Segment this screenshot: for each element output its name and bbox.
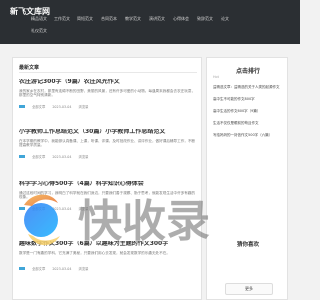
nav-item[interactable]: 致辞范文: [197, 16, 213, 22]
more-button[interactable]: 更多: [225, 283, 273, 295]
article-views: 浏览量: [78, 154, 89, 159]
article-date: 2023-03-04: [52, 154, 72, 159]
sidebar-item[interactable]: 高中生活的作文600字（9篇）: [213, 109, 285, 113]
nav-item[interactable]: 论文: [221, 16, 229, 22]
sidebar-subtitle: Hot: [213, 75, 219, 79]
article-meta: 全部文章 2023-03-04 浏览量: [19, 104, 197, 109]
article-meta: 全部文章 2023-03-04 浏览量: [19, 206, 197, 211]
nav-item[interactable]: 演讲范文: [149, 16, 165, 22]
article-date: 2023-03-04: [52, 104, 72, 109]
nav-item[interactable]: 工作范文: [54, 16, 70, 22]
sidebar-item[interactable]: 写给妈妈的一封信作文500字（六篇）: [213, 133, 285, 137]
article-title[interactable]: 小学教师工作总结范文（30篇）小学教师工作总结范文: [19, 129, 197, 136]
sidebar-item[interactable]: 高中生不可能的作文800字: [213, 97, 285, 101]
divider: [19, 72, 197, 73]
article-category[interactable]: 全部文章: [32, 155, 45, 159]
article-summary: 我的家乡在农村，那里有连绵不断的田野，美丽的风景，还有许多可爱的小动物。每逢周末…: [19, 88, 196, 98]
article-views: 浏览量: [78, 206, 89, 211]
hot-articles-sidebar: 点击排行 Hot 益精选文章：益精选的关于人类的起源作文 高中生不可能的作文80…: [206, 57, 288, 300]
article-views: 浏览量: [78, 266, 89, 271]
top-navigation-bar: 新飞文库网 精品语文 工作范文 简短范文 合同范本 教学范文 演讲范文 心得体会…: [0, 0, 300, 44]
article-date: 2023-03-04: [52, 206, 72, 211]
nav-item[interactable]: 简短范文: [77, 16, 93, 22]
article-title[interactable]: 农庄游记300字（9篇）农庄风光作文: [19, 79, 197, 86]
nav-item[interactable]: 心得体会: [173, 16, 189, 22]
article-item[interactable]: 农庄游记300字（9篇）农庄风光作文 我的家乡在农村，那里有连绵不断的田野，美丽…: [19, 79, 197, 109]
category-tag-icon: [19, 207, 25, 211]
article-item[interactable]: 趣味数学作文300字（6篇）以趣味为主题的作文300字 数学是一门有趣的学科，它…: [19, 241, 197, 271]
article-summary: 在本学期的教学中，我能够认真备课、上课，听课、评课，及时批改作业、讲评作业，做好…: [19, 138, 196, 148]
article-title[interactable]: 趣味数学作文300字（6篇）以趣味为主题的作文300字: [19, 241, 197, 248]
article-summary: 通过这段时间的学习，我明白了科学就在我们身边，只要我们善于观察、勤于思考，就能发…: [19, 190, 196, 200]
article-category[interactable]: 全部文章: [32, 207, 45, 211]
sidebar-item[interactable]: 益精选文章：益精选的关于人类的起源作文: [213, 85, 285, 89]
latest-articles-panel: 最新文章 农庄游记300字（9篇）农庄风光作文 我的家乡在农村，那里有连绵不断的…: [12, 57, 202, 300]
article-views: 浏览量: [78, 104, 89, 109]
article-item[interactable]: 科学学习心得500字（4篇）科学知识心得体会 通过这段时间的学习，我明白了科学就…: [19, 181, 197, 211]
nav-item[interactable]: 合同范本: [101, 16, 117, 22]
article-title[interactable]: 科学学习心得500字（4篇）科学知识心得体会: [19, 181, 197, 188]
article-meta: 全部文章 2023-03-04 浏览量: [19, 266, 197, 271]
sidebar-title: 点击排行: [235, 68, 260, 75]
article-item[interactable]: 小学教师工作总结范文（30篇）小学教师工作总结范文 在本学期的教学中，我能够认真…: [19, 129, 197, 159]
nav-item[interactable]: 礼仪范文: [31, 28, 47, 34]
nav-item[interactable]: 教学范文: [125, 16, 141, 22]
category-tag-icon: [19, 267, 25, 271]
nav-item[interactable]: 精品语文: [31, 16, 47, 22]
category-tag-icon: [19, 155, 25, 159]
article-summary: 数学是一门有趣的学科，它充满了奥秘，只要我们用心去发现，就会发现数学的乐趣无处不…: [19, 250, 170, 255]
category-tag-icon: [19, 105, 25, 109]
sidebar-item[interactable]: 生活不仅仅是眼前的苟且作文: [213, 121, 285, 125]
article-category[interactable]: 全部文章: [32, 105, 45, 109]
article-category[interactable]: 全部文章: [32, 267, 45, 271]
article-date: 2023-03-04: [52, 266, 72, 271]
article-meta: 全部文章 2023-03-04 浏览量: [19, 154, 197, 159]
section-title: 最新文章: [19, 65, 40, 71]
recommended-title: 猜你喜欢: [236, 242, 259, 248]
